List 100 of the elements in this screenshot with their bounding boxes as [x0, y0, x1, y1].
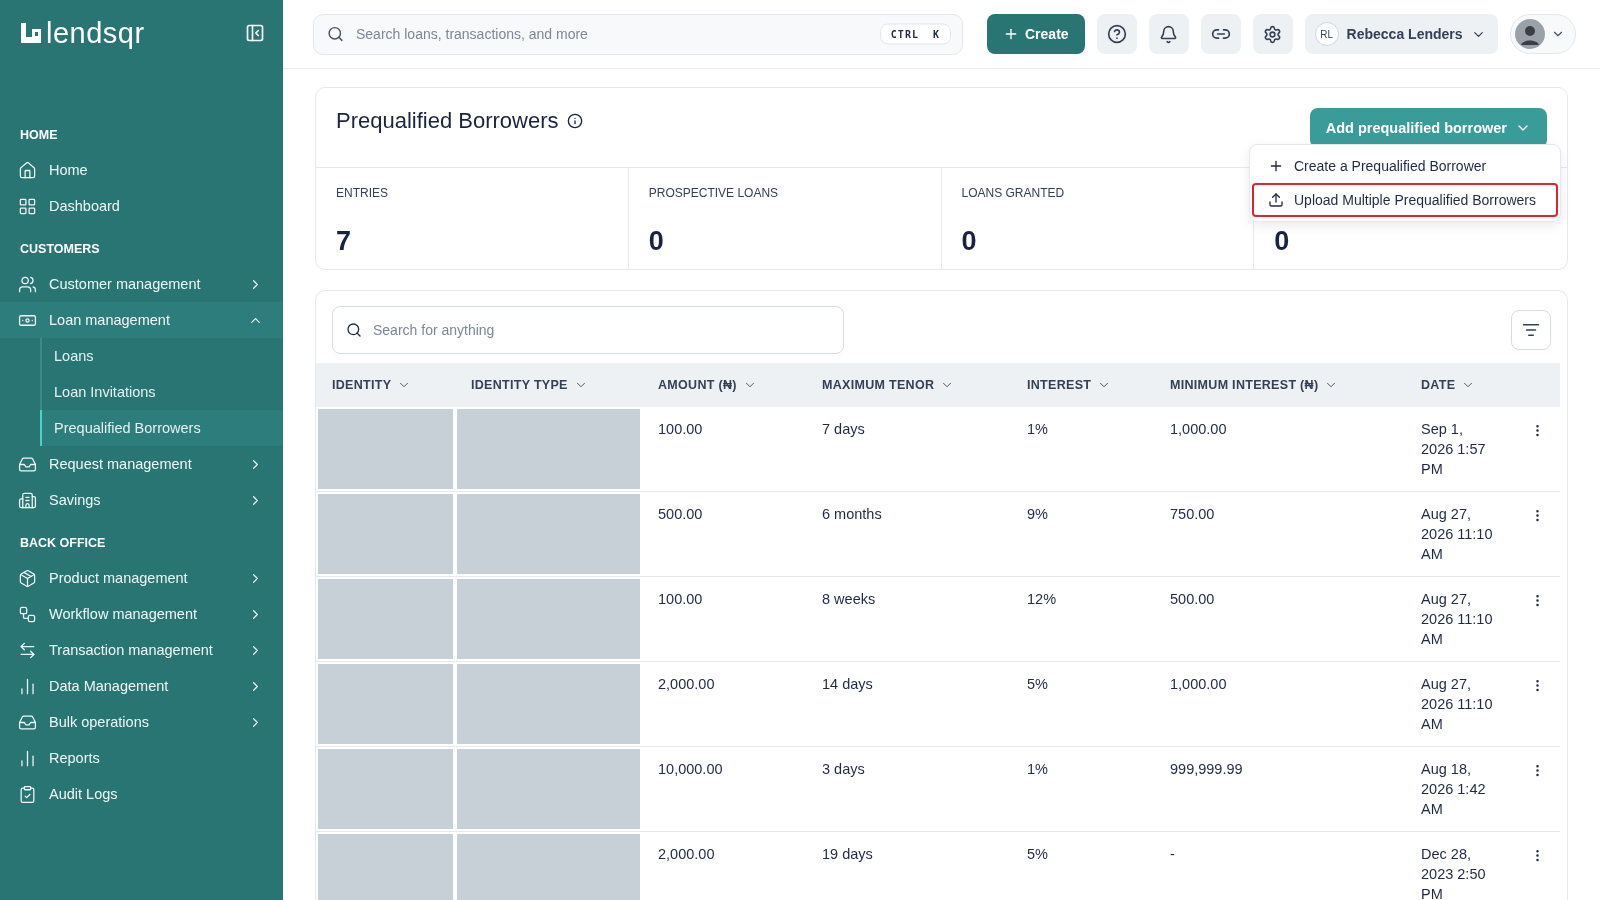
filter-icon — [1522, 321, 1540, 339]
column-header[interactable]: IDENTITY TYPE — [455, 363, 642, 407]
avatar-icon — [1514, 19, 1545, 49]
search-icon — [346, 322, 362, 338]
table-cell: 5% — [1011, 662, 1154, 747]
table-cell: 1% — [1011, 747, 1154, 832]
sidebar-subitem[interactable]: Prequalified Borrowers — [40, 410, 283, 446]
table-cell: Aug 27, 2026 11:10 AM — [1405, 577, 1515, 662]
home-icon — [18, 160, 37, 180]
stat-value: 0 — [1274, 228, 1291, 255]
table-cell: 999,999.99 — [1154, 747, 1405, 832]
plus-icon — [1003, 26, 1019, 42]
column-header[interactable]: IDENTITY — [316, 363, 455, 407]
table-cell: Aug 27, 2026 11:10 AM — [1405, 492, 1515, 577]
sidebar-item[interactable]: Product management — [0, 560, 283, 596]
table-cell: 10,000.00 — [642, 747, 806, 832]
stat-value: 7 — [336, 228, 353, 255]
section-title: HOME — [19, 127, 59, 144]
column-header[interactable]: AMOUNT (₦) — [642, 363, 806, 407]
table-cell: 12% — [1011, 577, 1154, 662]
sidebar-item[interactable]: Home — [0, 152, 283, 188]
bar-chart-icon — [18, 676, 37, 696]
workflow-icon — [18, 604, 37, 624]
table-cell: 19 days — [806, 832, 1011, 900]
sidebar-item[interactable]: Audit Logs — [0, 776, 283, 812]
table-cell: 3 days — [806, 747, 1011, 832]
users-icon — [18, 274, 37, 294]
column-header[interactable]: MAXIMUM TENOR — [806, 363, 1011, 407]
stat-label: ENTRIES — [336, 186, 389, 200]
sidebar-item[interactable]: Customer management — [0, 266, 283, 302]
table-cell: 500.00 — [642, 492, 806, 577]
table-cell: 2,000.00 — [642, 832, 806, 900]
sidebar-item[interactable]: Data Management — [0, 668, 283, 704]
arrows-icon — [18, 640, 37, 660]
menu-item[interactable]: Create a Prequalified Borrower — [1252, 149, 1558, 183]
sidebar-item[interactable]: Savings — [0, 482, 283, 518]
table-cell: 9% — [1011, 492, 1154, 577]
settings-button[interactable] — [1252, 14, 1293, 54]
sidebar-item[interactable]: Transaction management — [0, 632, 283, 668]
help-button[interactable] — [1096, 14, 1137, 54]
menu-item[interactable]: Upload Multiple Prequalified Borrowers — [1252, 183, 1558, 217]
account-button[interactable]: RL Rebecca Lenders — [1304, 14, 1498, 54]
profile-menu-button[interactable] — [1509, 14, 1576, 54]
stat-value: 0 — [648, 228, 665, 255]
column-header[interactable]: DATE — [1405, 363, 1515, 407]
table-cell: 500.00 — [1154, 577, 1405, 662]
table-cell: 7 days — [806, 407, 1011, 492]
column-header[interactable]: MINIMUM INTEREST (₦) — [1154, 363, 1405, 407]
initials-avatar: RL — [1314, 22, 1339, 46]
notifications-button[interactable] — [1148, 14, 1189, 54]
package-icon — [18, 568, 37, 588]
sidebar-subitem[interactable]: Loan Invitations — [40, 374, 283, 410]
table-cell: 100.00 — [642, 577, 806, 662]
logo-mark-icon — [20, 22, 42, 44]
table-cell: Aug 27, 2026 11:10 AM — [1405, 662, 1515, 747]
table-cell: 100.00 — [642, 407, 806, 492]
section-title: BACK OFFICE — [19, 535, 107, 552]
search-icon — [327, 25, 344, 43]
sidebar-item[interactable]: Workflow management — [0, 596, 283, 632]
table-cell: 2,000.00 — [642, 662, 806, 747]
table-cell: 8 weeks — [806, 577, 1011, 662]
table-cell: 1% — [1011, 407, 1154, 492]
settings-icon — [1263, 24, 1283, 44]
table-search-field[interactable]: Search for anything — [332, 306, 844, 354]
collapse-sidebar-icon[interactable] — [245, 23, 265, 43]
help-icon — [1106, 24, 1127, 44]
table-cell: Sep 1, 2026 1:57 PM — [1405, 407, 1515, 492]
column-header[interactable]: INTEREST — [1011, 363, 1154, 407]
table-cell: 1,000.00 — [1154, 407, 1405, 492]
stat-label: PROSPECTIVE LOANS — [648, 186, 780, 200]
link-button[interactable] — [1200, 14, 1241, 54]
shortcut-key-hint: CTRL K — [879, 23, 951, 45]
filter-button[interactable] — [1511, 310, 1551, 350]
clipboard-check-icon — [18, 784, 37, 804]
building-icon — [18, 490, 37, 510]
page-title: Prequalified Borrowers — [336, 108, 559, 134]
create-button[interactable]: Create — [987, 14, 1085, 54]
upload-icon — [1268, 192, 1284, 208]
info-icon[interactable] — [566, 113, 583, 129]
plus-icon — [1268, 158, 1284, 174]
stat-label: LOANS GRANTED — [961, 186, 1066, 200]
table-cell: Aug 18, 2026 1:42 AM — [1405, 747, 1515, 832]
table-cell: 14 days — [806, 662, 1011, 747]
bar-chart-icon — [18, 748, 37, 768]
table-cell: 1,000.00 — [1154, 662, 1405, 747]
table-cell: 5% — [1011, 832, 1154, 900]
sidebar-item[interactable]: Reports — [0, 740, 283, 776]
sidebar-item[interactable]: Request management — [0, 446, 283, 482]
sidebar-subitem[interactable]: Loans — [40, 338, 283, 374]
table-cell: 750.00 — [1154, 492, 1405, 577]
sidebar-item[interactable]: Bulk operations — [0, 704, 283, 740]
section-title: CUSTOMERS — [19, 241, 101, 258]
sidebar-item[interactable]: Dashboard — [0, 188, 283, 224]
stat-value: 0 — [961, 228, 978, 255]
grid-icon — [18, 196, 37, 216]
sidebar-item[interactable]: Loan management — [0, 302, 283, 338]
bell-icon — [1159, 24, 1179, 44]
logo-text: lendsqr — [46, 18, 145, 48]
table-cell: - — [1154, 832, 1405, 900]
table-cell: 6 months — [806, 492, 1011, 577]
